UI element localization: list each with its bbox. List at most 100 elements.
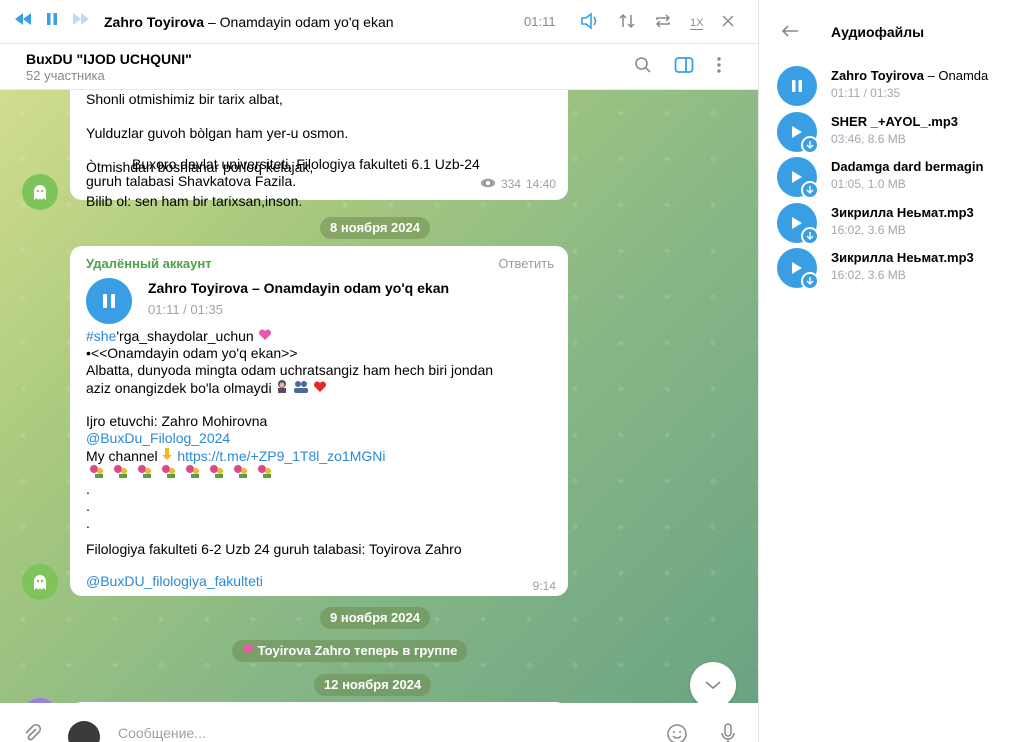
message-list[interactable]: Shonli otmishimiz bir tarix albat, Yuldu…	[0, 90, 758, 703]
repeat-icon[interactable]	[654, 12, 672, 35]
red-heart-icon	[313, 380, 327, 396]
message-line: .	[86, 481, 90, 497]
download-icon[interactable]	[801, 227, 819, 245]
views-icon	[480, 176, 496, 193]
sidebar-toggle-icon[interactable]	[674, 56, 694, 79]
previous-track-icon[interactable]	[14, 12, 32, 31]
message-bubble[interactable]: Удалённый аккаунт Ответить Zahro Toyirov…	[70, 246, 568, 596]
message-line: •<<Onamdayin odam yo'q ekan>>	[86, 345, 298, 361]
track-name: Dadamga dard bermagin	[831, 159, 984, 174]
close-player-icon[interactable]	[721, 14, 735, 33]
scroll-down-button[interactable]	[690, 662, 736, 703]
volume-icon[interactable]	[580, 12, 600, 35]
player-track-song: – Onamdayin odam yo'q ekan	[204, 13, 394, 30]
track-name: Zahro Toyirova – Onamda	[831, 68, 988, 83]
views-count: 334	[500, 177, 521, 191]
back-arrow-icon[interactable]	[781, 24, 799, 43]
audio-track-item[interactable]: Зикрилла Неьмат.mp3 16:02, 3.6 MB	[777, 203, 1011, 247]
chat-member-count: 52 участника	[26, 68, 105, 83]
message-bubble[interactable]: Shonli otmishimiz bir tarix albat, Yuldu…	[70, 90, 568, 209]
player-time: 01:11	[524, 14, 556, 29]
download-icon[interactable]	[801, 136, 819, 154]
chat-title: BuxDU "IJOD UCHQUNI"	[26, 51, 192, 67]
track-meta: 03:46, 8.6 MB	[831, 132, 906, 146]
chat-header[interactable]: BuxDU "IJOD UCHQUNI" 52 участника	[0, 44, 758, 90]
search-icon[interactable]	[634, 56, 652, 79]
track-name: Зикрилла Неьмат.mp3	[831, 250, 974, 265]
footer-link[interactable]: @BuxDU_filologiya_fakulteti	[86, 573, 263, 590]
date-separator: 9 ноября 2024	[320, 607, 430, 629]
player-track-title[interactable]: Zahro Toyirova – Onamdayin odam yo'q eka…	[104, 14, 394, 30]
message-line: aziz onangizdek bo'la olmaydi	[86, 379, 327, 397]
track-name: SHER _+AYOL_.mp3	[831, 114, 959, 129]
message-line: Buxoro davlat universiteti. Filologiya f…	[132, 156, 480, 172]
microphone-icon[interactable]	[720, 723, 736, 742]
reply-button[interactable]: Ответить	[498, 255, 554, 272]
emoji-icon[interactable]	[666, 723, 688, 742]
avatar[interactable]	[22, 564, 58, 600]
message-line: guruh talabasi Shavkatova Fazila.	[86, 173, 297, 189]
audio-track-item[interactable]: SHER _+AYOL_.mp3 03:46, 8.6 MB	[777, 112, 1011, 156]
pause-icon[interactable]	[46, 12, 58, 31]
heart-emoji-icon	[258, 328, 272, 344]
date-separator: 8 ноября 2024	[320, 217, 430, 239]
telegram-window: Zahro Toyirova – Onamdayin odam yo'q eka…	[0, 0, 1011, 742]
message-line: Ijro etuvchi: Zahro Mohirovna	[86, 413, 268, 429]
message-input[interactable]: Сообщение...	[118, 725, 206, 741]
audio-track-item[interactable]: Зикрилла Неьмат.mp3 16:02, 3.6 MB	[777, 248, 1011, 292]
heart-emoji-icon	[242, 643, 254, 658]
track-meta: 16:02, 3.6 MB	[831, 268, 906, 282]
download-icon[interactable]	[801, 272, 819, 290]
message-line: .	[86, 498, 90, 514]
attach-icon[interactable]	[22, 723, 42, 742]
message-line: Filologiya fakulteti 6-2 Uzb 24 guruh ta…	[86, 541, 462, 557]
message-text: My channel	[86, 448, 158, 464]
woman-emoji-icon	[275, 380, 289, 396]
service-message: Toyirova Zahro теперь в группе	[232, 640, 468, 662]
track-artist: Zahro Toyirova	[831, 68, 924, 83]
message-text: aziz onangizdek bo'la olmaydi	[86, 380, 272, 396]
sender-avatar[interactable]	[68, 721, 100, 742]
track-meta: 01:11 / 01:35	[831, 86, 901, 100]
message-time: 9:14	[532, 579, 556, 593]
chat-column: Zahro Toyirova – Onamdayin odam yo'q eka…	[0, 0, 758, 742]
pause-icon[interactable]	[777, 66, 817, 106]
people-emoji-icon	[293, 380, 309, 396]
audio-files-panel: Аудиофайлы Zahro Toyirova – Onamda 01:11…	[758, 0, 1011, 742]
playback-speed-button[interactable]: 1X	[690, 17, 704, 30]
track-name: Зикрилла Неьмат.mp3	[831, 205, 974, 220]
player-track-artist: Zahro Toyirova	[104, 13, 205, 30]
hashtag-rest: 'rga_shaydolar_uchun	[116, 328, 254, 344]
next-track-icon[interactable]	[72, 12, 90, 31]
audio-track-item[interactable]: Dadamga dard bermagin 01:05, 1.0 MB	[777, 157, 1011, 201]
channel-link[interactable]: https://t.me/+ZP9_1T8l_zo1MGNi	[177, 448, 385, 464]
track-meta: 16:02, 3.6 MB	[831, 223, 906, 237]
message-meta: 334 14:40	[480, 176, 556, 193]
audio-player-bar: Zahro Toyirova – Onamdayin odam yo'q eka…	[0, 0, 758, 44]
message-line: .	[86, 515, 90, 531]
message-line: Yulduzlar guvoh bòlgan ham yer-u osmon.	[86, 125, 349, 141]
order-icon[interactable]	[618, 12, 636, 35]
message-sender[interactable]: Удалённый аккаунт	[86, 255, 212, 272]
message-line: Bilib ol: sen ham bir tarixsan,inson.	[86, 193, 303, 209]
audio-pause-button[interactable]	[86, 278, 132, 324]
audio-time: 01:11 / 01:35	[148, 302, 223, 317]
message-composer: Сообщение...	[0, 703, 758, 742]
pointing-hand-icon	[161, 448, 173, 464]
date-separator: 12 ноября 2024	[314, 674, 432, 696]
audio-title: Zahro Toyirova – Onamdayin odam yo'q eka…	[148, 280, 450, 296]
mention-link[interactable]: @BuxDu_Filolog_2024	[86, 430, 230, 447]
track-meta: 01:05, 1.0 MB	[831, 177, 906, 191]
message-line: Albatta, dunyoda mingta odam uchratsangi…	[86, 362, 494, 378]
message-time: 14:40	[525, 177, 556, 191]
flowers-emoji-row	[86, 463, 282, 483]
service-text: Toyirova Zahro теперь в группе	[254, 643, 458, 658]
panel-title: Аудиофайлы	[831, 24, 925, 40]
more-menu-icon[interactable]	[716, 56, 722, 79]
avatar[interactable]	[22, 174, 58, 210]
track-song: – Onamda	[923, 68, 989, 83]
message-line: #she'rga_shaydolar_uchun	[86, 328, 272, 345]
download-icon[interactable]	[801, 181, 819, 199]
audio-track-item[interactable]: Zahro Toyirova – Onamda 01:11 / 01:35	[777, 66, 1011, 110]
hashtag-link[interactable]: #she	[86, 328, 116, 344]
